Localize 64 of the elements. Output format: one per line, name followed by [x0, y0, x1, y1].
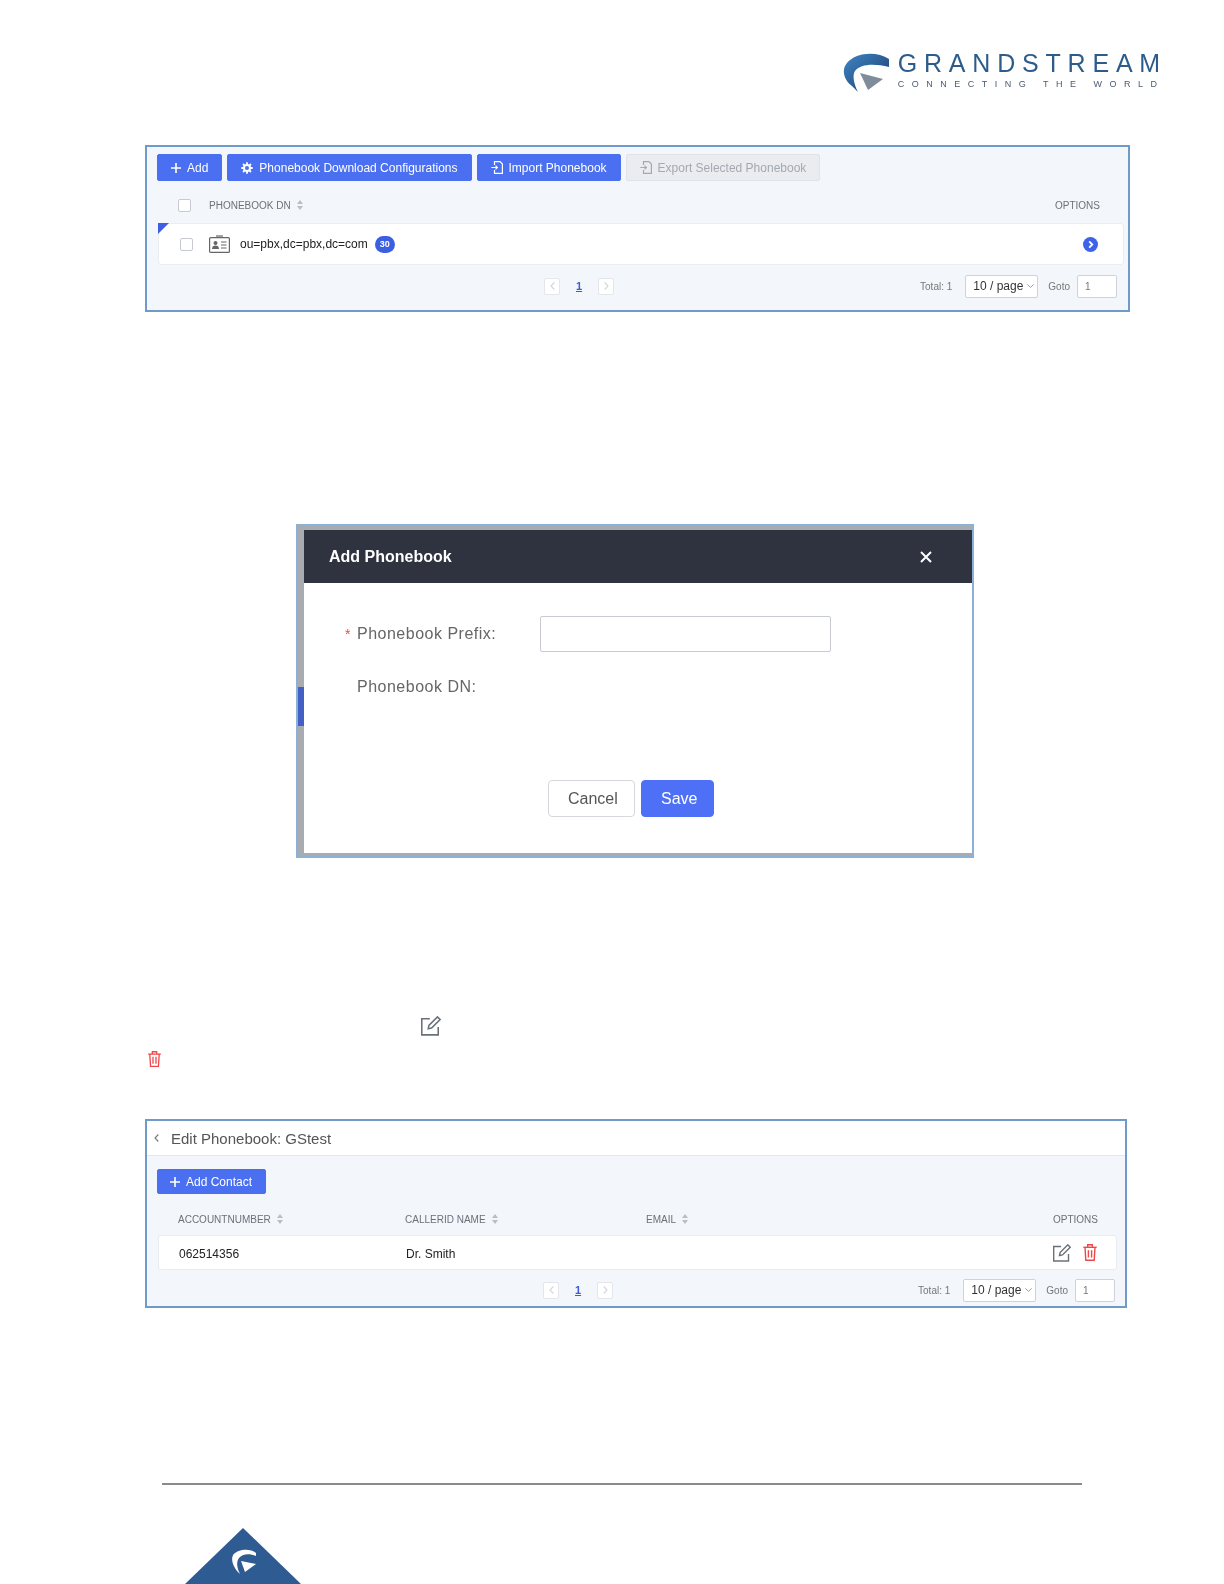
page-number-link[interactable]: 1 — [576, 280, 583, 292]
obscured-button-edge — [298, 687, 304, 726]
caret-down-icon — [1025, 1288, 1033, 1292]
add-button[interactable]: Add — [157, 154, 223, 181]
goto-label: Goto — [1046, 1284, 1068, 1296]
column-header[interactable]: EMAIL — [646, 1213, 688, 1225]
table-row[interactable]: 062514356 Dr. Smith — [158, 1235, 1117, 1270]
add-contact-button[interactable]: Add Contact — [157, 1169, 267, 1194]
chevron-left-icon — [549, 282, 555, 290]
field-label: Phonebook Prefix: — [357, 625, 498, 643]
total-count: Total: 1 — [918, 1284, 951, 1296]
plus-icon — [170, 1176, 180, 1187]
back-button[interactable] — [154, 1132, 161, 1144]
import-button[interactable]: Import Phonebook — [476, 154, 621, 181]
column-header[interactable]: ACCOUNTNUMBER — [178, 1213, 283, 1225]
field-label: Phonebook DN: — [357, 678, 478, 696]
checkbox[interactable] — [178, 198, 191, 212]
brand-tagline: CONNECTING THE WORLD — [897, 80, 1166, 89]
goto-input[interactable]: 1 — [1077, 274, 1117, 298]
swoosh-logo-icon — [842, 52, 889, 92]
page-size-select[interactable]: 10 / page — [965, 274, 1039, 298]
table-row[interactable]: ou=pbx,dc=pbx,dc=com 30 — [158, 223, 1124, 265]
chevron-right-icon — [602, 1286, 608, 1294]
gear-icon — [241, 161, 254, 174]
document-arrow-icon — [490, 161, 503, 174]
required-mark: * — [345, 626, 352, 642]
trash-icon[interactable] — [1083, 1244, 1097, 1261]
caret-down-icon — [1027, 284, 1035, 288]
page-title: Edit Phonebook: GStest — [171, 1129, 332, 1147]
sort-icon — [296, 200, 303, 210]
sort-icon — [491, 1214, 498, 1224]
edit-icon — [421, 1016, 441, 1036]
input-field[interactable] — [540, 616, 831, 652]
chevron-left-icon — [154, 1134, 159, 1142]
brand-name: GRANDSTREAM — [897, 52, 1167, 74]
goto-label: Goto — [1048, 280, 1070, 292]
plus-icon — [171, 162, 181, 173]
page-number-link[interactable]: 1 — [575, 1284, 582, 1296]
page-size-select[interactable]: 10 / page — [963, 1278, 1037, 1302]
phonebook-dn: ou=pbx,dc=pbx,dc=com — [240, 237, 368, 251]
close-icon[interactable] — [920, 550, 932, 563]
total-count: Total: 1 — [920, 280, 953, 292]
save-button[interactable]: Save — [641, 780, 714, 817]
document-arrow-icon — [639, 161, 652, 174]
chevron-right-circle-icon[interactable] — [1083, 236, 1098, 252]
count-badge: 30 — [374, 235, 395, 253]
chevron-right-icon — [603, 282, 609, 290]
contact-card-icon — [209, 235, 230, 253]
sort-icon — [276, 1214, 283, 1224]
table-cell: Dr. Smith — [406, 1246, 456, 1261]
edit-icon[interactable] — [1053, 1243, 1071, 1262]
goto-input[interactable]: 1 — [1075, 1278, 1115, 1302]
column-header: OPTIONS — [1053, 1213, 1098, 1225]
column-header[interactable]: PHONEBOOK DN — [209, 199, 303, 211]
chevron-left-icon — [548, 1286, 554, 1294]
trash-icon — [147, 1051, 162, 1067]
sort-icon — [682, 1214, 688, 1224]
table-cell: 062514356 — [179, 1246, 240, 1261]
column-header: OPTIONS — [1055, 199, 1100, 211]
checkbox[interactable] — [180, 237, 193, 251]
dialog-title: Add Phonebook — [329, 547, 452, 566]
column-header[interactable]: CALLERID NAME — [405, 1213, 498, 1225]
download-config-button[interactable]: Phonebook Download Configurations — [227, 154, 472, 181]
cancel-button[interactable]: Cancel — [548, 780, 635, 817]
